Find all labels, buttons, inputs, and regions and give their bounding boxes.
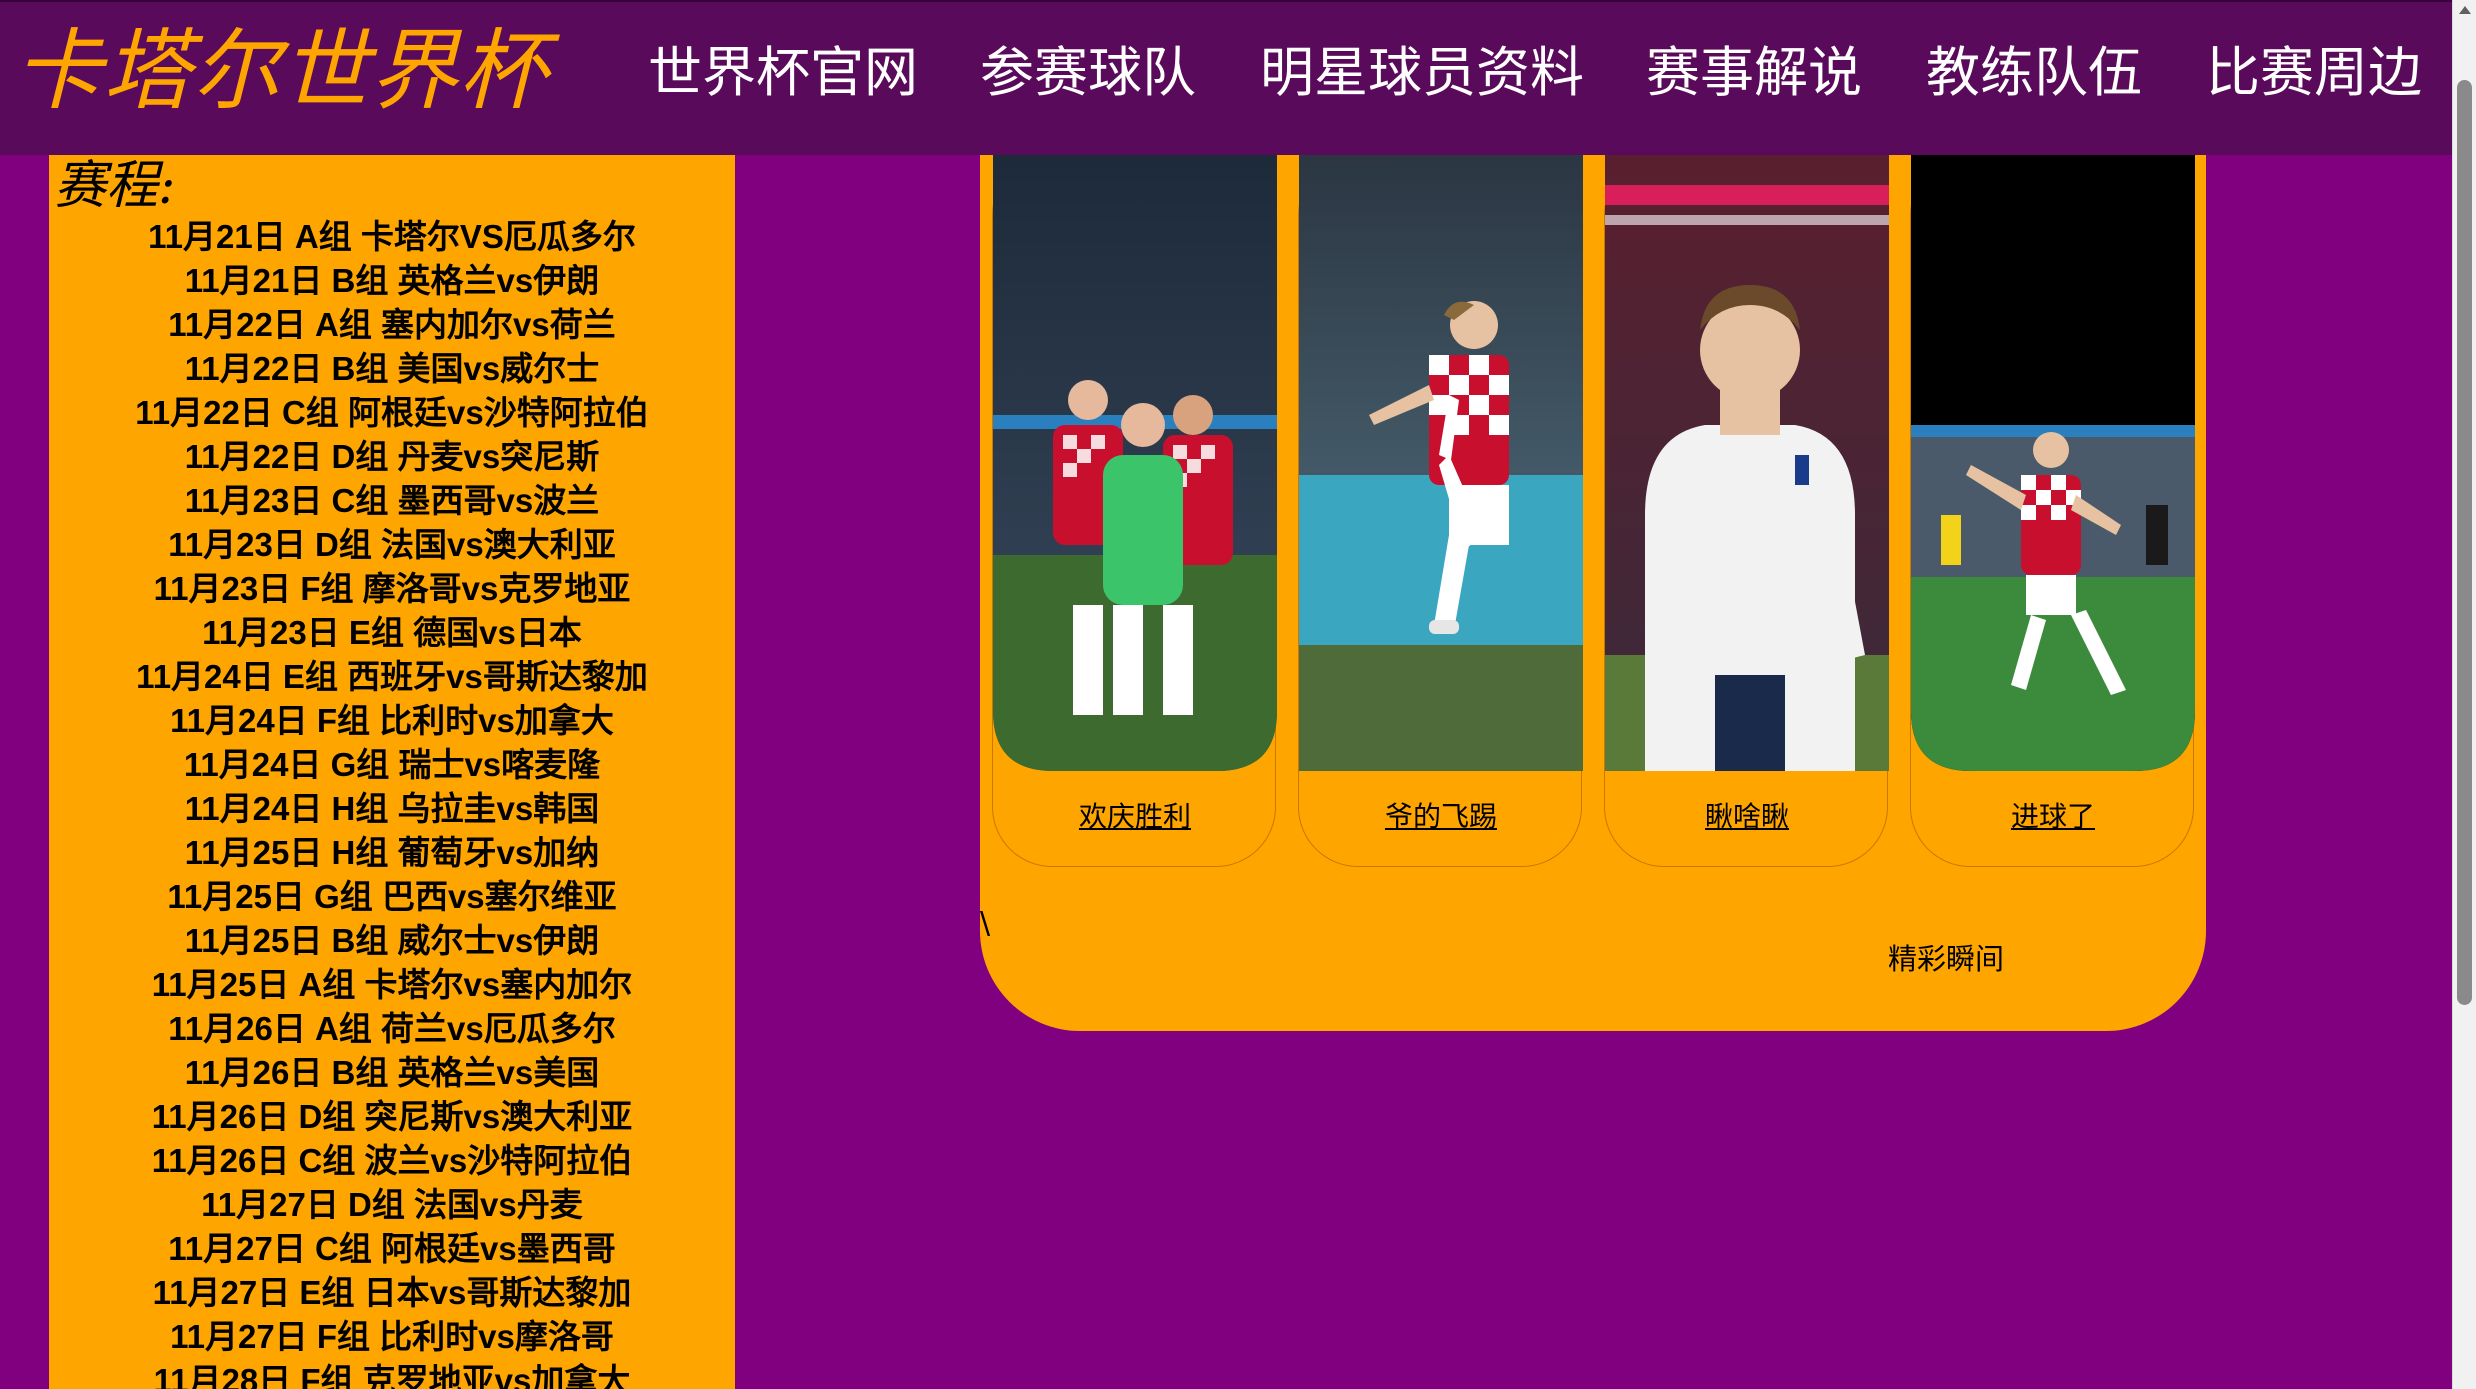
scroll-up-arrow-icon[interactable] [2459,6,2471,14]
match-item: 11月22日 A组 塞内加尔vs荷兰 [168,306,616,343]
celebration-photo[interactable] [993,155,1277,771]
vertical-scrollbar[interactable] [2452,0,2476,1389]
card-caption-stare[interactable]: 瞅啥瞅 [1605,799,1889,835]
match-item: 11月23日 F组 摩洛哥vs克罗地亚 [153,570,631,607]
flying-kick-image [1299,155,1583,771]
stare-image [1605,155,1889,771]
match-item: 11月24日 H组 乌拉圭vs韩国 [184,790,600,827]
match-item: 11月28日 F组 克罗地亚vs加拿大 [153,1362,631,1389]
site-header: 卡塔尔世界杯 世界杯官网 参赛球队 明星球员资料 赛事解说 教练队伍 比赛周边 [0,0,2452,155]
nav-item-teams[interactable]: 参赛球队 [980,38,1196,108]
match-item: 11月23日 C组 墨西哥vs波兰 [184,482,600,519]
match-item: 11月22日 C组 阿根廷vs沙特阿拉伯 [135,394,649,431]
nav-item-official-site[interactable]: 世界杯官网 [648,38,918,108]
schedule-title: 赛程: [54,156,176,216]
match-item: 11月25日 H组 葡萄牙vs加纳 [184,834,600,871]
match-item: 11月23日 E组 德国vs日本 [202,614,582,651]
photo-card-goal[interactable]: 进球了 [1910,155,2195,867]
card-caption-goal[interactable]: 进球了 [1911,799,2195,835]
match-item: 11月21日 B组 英格兰vs伊朗 [184,262,600,299]
match-item: 11月22日 B组 美国vs威尔士 [184,350,600,387]
match-item: 11月22日 D组 丹麦vs突尼斯 [184,438,600,475]
scrollbar-thumb[interactable] [2457,80,2472,1005]
match-item: 11月27日 E组 日本vs哥斯达黎加 [152,1274,632,1311]
gallery-caption: 精彩瞬间 [1888,944,2005,976]
match-item: 11月21日 A组 卡塔尔VS厄瓜多尔 [148,218,636,255]
nav-item-coaches[interactable]: 教练队伍 [1926,38,2142,108]
match-item: 11月27日 F组 比利时vs摩洛哥 [170,1318,614,1355]
celebration-image [993,155,1277,771]
schedule-panel: 赛程: 11月21日 A组 卡塔尔VS厄瓜多尔 11月21日 B组 英格兰vs伊… [49,155,735,1389]
highlights-gallery: 欢庆胜利 爷的飞踢 瞅啥瞅 进球了 [980,155,2206,1031]
card-caption-flying-kick[interactable]: 爷的飞踢 [1299,799,1583,835]
match-item: 11月27日 C组 阿根廷vs墨西哥 [168,1230,616,1267]
stray-backslash-text: \ [980,906,991,941]
stare-photo[interactable] [1605,155,1889,771]
match-item: 11月24日 E组 西班牙vs哥斯达黎加 [136,658,648,695]
match-item: 11月24日 G组 瑞士vs喀麦隆 [183,746,601,783]
flying-kick-photo[interactable] [1299,155,1583,771]
match-item: 11月26日 A组 荷兰vs厄瓜多尔 [168,1010,616,1047]
match-item: 11月25日 A组 卡塔尔vs塞内加尔 [151,966,633,1003]
page: 卡塔尔世界杯 世界杯官网 参赛球队 明星球员资料 赛事解说 教练队伍 比赛周边 … [0,0,2476,1389]
nav-item-commentary[interactable]: 赛事解说 [1646,38,1862,108]
match-item: 11月23日 D组 法国vs澳大利亚 [168,526,616,563]
photo-card-stare[interactable]: 瞅啥瞅 [1604,155,1889,867]
goal-image [1911,155,2195,771]
card-caption-celebration[interactable]: 欢庆胜利 [993,799,1277,835]
match-item: 11月25日 B组 威尔士vs伊朗 [184,922,600,959]
photo-card-celebration[interactable]: 欢庆胜利 [992,155,1277,867]
nav-item-star-players[interactable]: 明星球员资料 [1260,38,1584,108]
photo-card-flying-kick[interactable]: 爷的飞踢 [1298,155,1583,867]
main-nav: 世界杯官网 参赛球队 明星球员资料 赛事解说 教练队伍 比赛周边 [0,2,2452,157]
match-item: 11月27日 D组 法国vs丹麦 [201,1186,583,1223]
nav-item-merchandise[interactable]: 比赛周边 [2206,38,2422,108]
match-item: 11月26日 B组 英格兰vs美国 [184,1054,600,1091]
match-item: 11月26日 C组 波兰vs沙特阿拉伯 [151,1142,633,1179]
match-list: 11月21日 A组 卡塔尔VS厄瓜多尔 11月21日 B组 英格兰vs伊朗 11… [49,215,735,1389]
match-item: 11月25日 G组 巴西vs塞尔维亚 [167,878,617,915]
match-item: 11月24日 F组 比利时vs加拿大 [170,702,614,739]
match-item: 11月26日 D组 突尼斯vs澳大利亚 [151,1098,633,1135]
goal-photo[interactable] [1911,155,2195,771]
